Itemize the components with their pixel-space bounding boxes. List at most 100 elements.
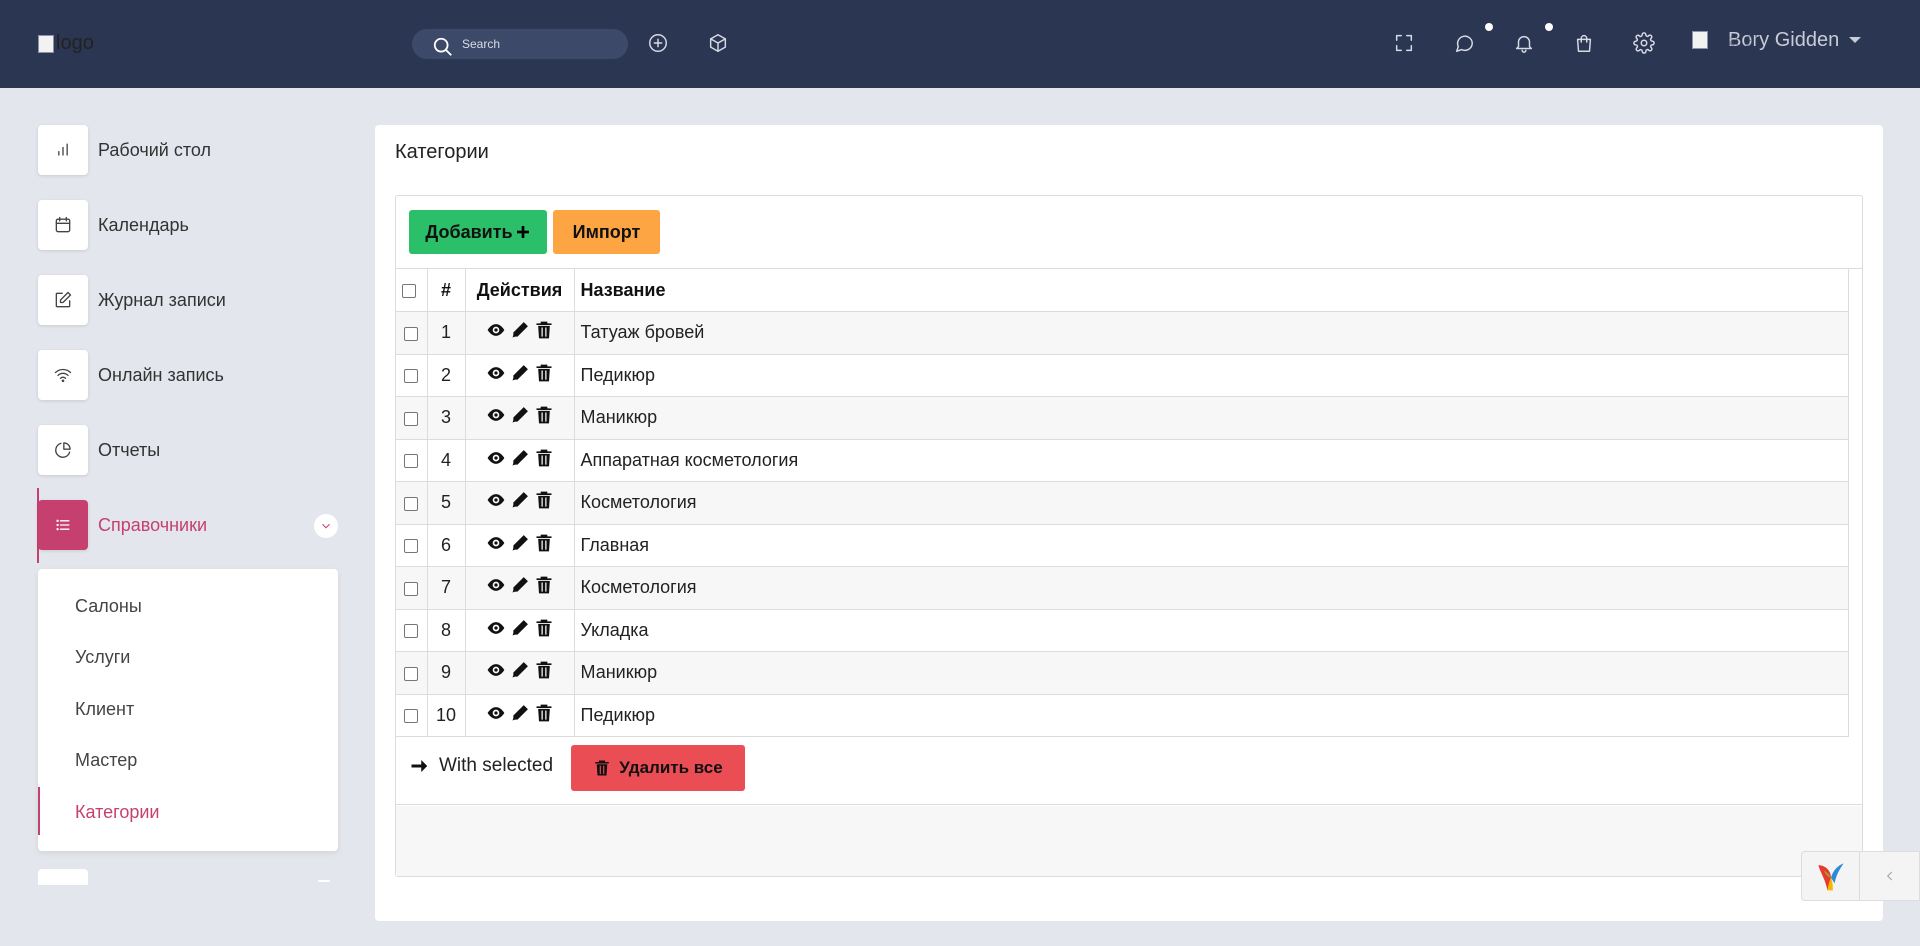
column-header-num[interactable]: # bbox=[427, 269, 466, 312]
sidebar-item-references[interactable]: Справочники bbox=[38, 500, 338, 550]
row-actions bbox=[465, 311, 575, 355]
edit-pencil-icon[interactable] bbox=[510, 320, 530, 340]
edit-pencil-icon[interactable] bbox=[510, 660, 530, 680]
add-circle-icon[interactable] bbox=[645, 30, 671, 56]
fullscreen-icon[interactable] bbox=[1391, 30, 1417, 56]
bulk-actions-bar: With selected Удалить все bbox=[396, 733, 1862, 805]
view-eye-icon[interactable] bbox=[486, 660, 506, 680]
sidebar-item-reports[interactable]: Отчеты bbox=[38, 425, 338, 475]
chevron-left-icon[interactable] bbox=[1860, 852, 1919, 900]
sidebar-item-dashboard[interactable]: Рабочий стол bbox=[38, 125, 338, 175]
trash-icon[interactable] bbox=[534, 363, 554, 383]
row-checkbox[interactable] bbox=[404, 624, 419, 638]
row-checkbox[interactable] bbox=[404, 496, 419, 511]
trash-icon[interactable] bbox=[534, 448, 554, 468]
row-actions bbox=[465, 566, 575, 610]
submenu-item-categories[interactable]: Категории bbox=[75, 802, 159, 823]
bell-icon[interactable] bbox=[1511, 30, 1537, 56]
row-checkbox[interactable] bbox=[404, 709, 419, 723]
column-header-actions: Действия bbox=[465, 269, 575, 312]
cube-icon[interactable] bbox=[705, 30, 731, 56]
submenu-item-master[interactable]: Мастер bbox=[75, 750, 137, 771]
view-eye-icon[interactable] bbox=[486, 575, 506, 595]
row-name: Педикюр bbox=[574, 694, 1849, 737]
select-all-checkbox[interactable] bbox=[402, 283, 416, 298]
wifi-icon bbox=[38, 350, 88, 400]
shopping-bag-icon[interactable] bbox=[1571, 30, 1597, 56]
row-number: 1 bbox=[427, 311, 466, 355]
sidebar-item-label: Онлайн запись bbox=[98, 364, 224, 385]
edit-pencil-icon[interactable] bbox=[510, 405, 530, 425]
pagination-area bbox=[396, 806, 1862, 876]
edit-pencil-icon[interactable] bbox=[510, 363, 530, 383]
view-eye-icon[interactable] bbox=[486, 618, 506, 638]
submenu-item-client[interactable]: Клиент bbox=[75, 699, 134, 720]
row-number: 10 bbox=[427, 694, 466, 737]
sidebar-item-journal[interactable]: Журнал записи bbox=[38, 275, 338, 325]
debug-toolbar[interactable] bbox=[1801, 851, 1920, 901]
edit-pencil-icon[interactable] bbox=[510, 575, 530, 595]
row-actions bbox=[465, 481, 575, 525]
sidebar-item-calendar[interactable]: Календарь bbox=[38, 200, 338, 250]
sidebar-item-partial[interactable] bbox=[38, 869, 88, 885]
search-input[interactable]: Search bbox=[412, 29, 628, 59]
chat-icon[interactable] bbox=[1451, 30, 1477, 56]
logo[interactable]: logo bbox=[38, 32, 94, 55]
with-selected: With selected bbox=[409, 755, 553, 777]
row-checkbox[interactable] bbox=[404, 369, 419, 383]
trash-icon[interactable] bbox=[534, 490, 554, 510]
table-header-row: # Действия Название bbox=[396, 269, 1849, 312]
bell-notification-dot bbox=[1545, 23, 1553, 31]
edit-pencil-icon[interactable] bbox=[510, 448, 530, 468]
sidebar-item-online-booking[interactable]: Онлайн запись bbox=[38, 350, 338, 400]
view-eye-icon[interactable] bbox=[486, 703, 506, 723]
trash-icon[interactable] bbox=[534, 533, 554, 553]
import-button[interactable]: Импорт bbox=[553, 210, 660, 254]
table-row: 2 Педикюр bbox=[396, 354, 1849, 397]
delete-all-button[interactable]: Удалить все bbox=[571, 745, 745, 791]
user-menu[interactable]: avatar Bory Gidden bbox=[1692, 28, 1862, 52]
settings-gear-icon[interactable] bbox=[1631, 30, 1657, 56]
plus-icon bbox=[516, 226, 529, 238]
view-eye-icon[interactable] bbox=[486, 448, 506, 468]
row-checkbox[interactable] bbox=[404, 454, 419, 468]
chevron-down-icon[interactable] bbox=[314, 514, 338, 538]
column-header-name[interactable]: Название bbox=[574, 269, 1849, 312]
trash-icon[interactable] bbox=[534, 405, 554, 425]
page-title: Категории bbox=[395, 141, 489, 163]
row-checkbox[interactable] bbox=[404, 581, 419, 596]
grid-toolbar: Добавить Импорт bbox=[396, 196, 1862, 269]
trash-icon[interactable] bbox=[534, 660, 554, 680]
submenu-item-services[interactable]: Услуги bbox=[75, 647, 130, 668]
row-checkbox[interactable] bbox=[404, 326, 419, 341]
row-checkbox[interactable] bbox=[404, 666, 419, 681]
row-actions bbox=[465, 354, 575, 397]
bar-chart-icon bbox=[38, 125, 88, 175]
view-eye-icon[interactable] bbox=[486, 320, 506, 340]
edit-pencil-icon[interactable] bbox=[510, 703, 530, 723]
top-navbar: logo Search avatar Bory Gidden bbox=[0, 0, 1920, 88]
row-number: 9 bbox=[427, 651, 466, 695]
row-name: Маникюр bbox=[574, 396, 1849, 440]
view-eye-icon[interactable] bbox=[486, 490, 506, 510]
edit-pencil-icon[interactable] bbox=[510, 533, 530, 553]
edit-pencil-icon[interactable] bbox=[510, 490, 530, 510]
row-checkbox[interactable] bbox=[404, 411, 419, 426]
yii-logo-icon[interactable] bbox=[1802, 852, 1860, 900]
with-selected-label: With selected bbox=[439, 755, 554, 776]
view-eye-icon[interactable] bbox=[486, 405, 506, 425]
row-name: Маникюр bbox=[574, 651, 1849, 695]
trash-icon[interactable] bbox=[534, 320, 554, 340]
trash-icon[interactable] bbox=[534, 618, 554, 638]
row-number: 4 bbox=[427, 439, 466, 482]
trash-icon[interactable] bbox=[534, 703, 554, 723]
submenu-item-salons[interactable]: Салоны bbox=[75, 596, 142, 617]
row-checkbox[interactable] bbox=[404, 539, 419, 553]
trash-icon[interactable] bbox=[534, 575, 554, 595]
view-eye-icon[interactable] bbox=[486, 533, 506, 553]
sidebar-item-label: Справочники bbox=[98, 514, 208, 535]
edit-pencil-icon[interactable] bbox=[510, 618, 530, 638]
add-button[interactable]: Добавить bbox=[409, 210, 547, 254]
view-eye-icon[interactable] bbox=[486, 363, 506, 383]
sidebar-item-label: Журнал записи bbox=[98, 289, 226, 310]
